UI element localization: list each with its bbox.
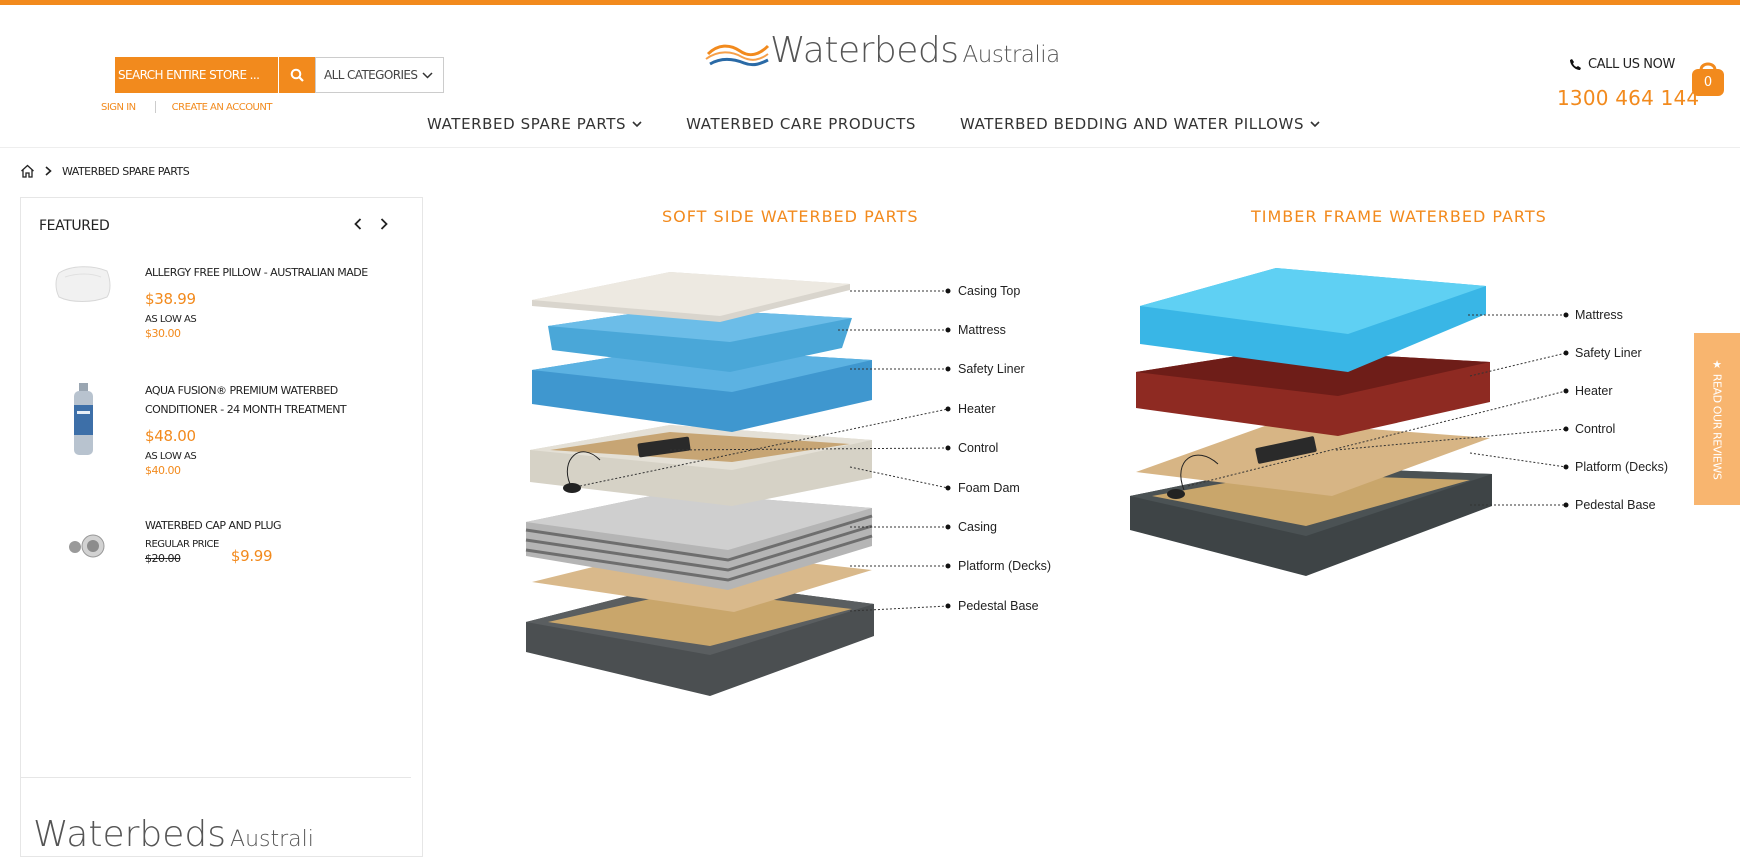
mattress-layer: [1140, 268, 1486, 372]
read-reviews-tab[interactable]: ★ READ OUR REVIEWS: [1694, 333, 1740, 505]
product-info: ALLERGY FREE PILLOW - AUSTRALIAN MADE $3…: [145, 263, 400, 340]
call-label: CALL US NOW: [1588, 57, 1675, 72]
soft-side-title: SOFT SIDE WATERBED PARTS: [662, 207, 919, 226]
label-platform-decks: Platform (Decks): [958, 559, 1051, 573]
phone-icon: [1570, 59, 1581, 70]
product-image-pillow[interactable]: [53, 263, 113, 309]
cap-plug-image: [69, 534, 105, 558]
as-low-as-price: $30.00: [145, 327, 181, 340]
featured-sidebar: FEATURED ALLERGY FREE PILLOW - AUSTRALIA…: [20, 197, 423, 857]
as-low-as-label: AS LOW AS: [145, 451, 197, 462]
header-divider: [0, 147, 1740, 148]
link-divider: [154, 101, 156, 113]
nav-bedding-pillows[interactable]: WATERBED BEDDING AND WATER PILLOWS: [960, 115, 1320, 133]
label-control: Control: [1575, 422, 1615, 436]
nav-spare-parts-label: WATERBED SPARE PARTS: [427, 115, 627, 133]
breadcrumb: WATERBED SPARE PARTS: [20, 164, 190, 178]
price-row: REGULAR PRICE $20.00 $9.99: [145, 539, 400, 565]
timber-frame-diagram: Mattress Safety Liner Heater Control Pla…: [1130, 268, 1668, 576]
chevron-down-icon: [422, 71, 433, 79]
product-image-conditioner[interactable]: [53, 381, 113, 465]
logo-text: Waterbeds Australia: [770, 30, 1060, 71]
carousel-next-button[interactable]: [378, 215, 390, 233]
chevron-left-icon: [354, 218, 362, 230]
label-safety-liner: Safety Liner: [958, 362, 1025, 376]
featured-carousel-nav: [352, 215, 390, 233]
search-input[interactable]: [115, 57, 278, 93]
soft-side-leader-dots: [945, 288, 951, 609]
top-accent-bar: [0, 0, 1740, 5]
nav-care-products-label: WATERBED CARE PRODUCTS: [686, 115, 916, 133]
sign-in-link[interactable]: SIGN IN: [101, 102, 136, 113]
product-name[interactable]: AQUA FUSION® PREMIUM WATERBED CONDITIONE…: [145, 381, 400, 419]
product-price: $9.99: [230, 547, 273, 565]
as-low-as-label: AS LOW AS: [145, 314, 197, 325]
carousel-prev-button[interactable]: [352, 215, 364, 233]
account-links: SIGN IN CREATE AN ACCOUNT: [101, 101, 272, 113]
breadcrumb-current: WATERBED SPARE PARTS: [62, 164, 190, 178]
call-us: CALL US NOW: [1569, 57, 1675, 72]
as-low-as-price: $40.00: [145, 464, 181, 477]
sidebar-logo-sub: Australi: [230, 827, 314, 852]
product-price: $48.00: [145, 427, 196, 445]
sidebar-logo-main: Waterbeds: [33, 814, 227, 855]
category-select[interactable]: ALL CATEGORIES: [315, 57, 444, 93]
timber-frame-title: TIMBER FRAME WATERBED PARTS: [1251, 207, 1547, 226]
cart-button[interactable]: 0: [1690, 56, 1726, 98]
foam-dam-layer: [530, 425, 872, 506]
site-logo[interactable]: Waterbeds Australia: [704, 30, 1060, 71]
chevron-right-icon: [380, 218, 388, 230]
soft-side-diagram: Casing Top Mattress Safety Liner Heater …: [525, 272, 1051, 696]
phone-number[interactable]: 1300 464 144: [1557, 86, 1699, 110]
label-heater: Heater: [958, 402, 996, 416]
sidebar-logo: Waterbeds Australi: [33, 814, 314, 855]
search-icon: [290, 68, 304, 82]
category-select-value: ALL CATEGORIES: [324, 68, 418, 82]
label-heater: Heater: [1575, 384, 1613, 398]
regular-price-label: REGULAR PRICE: [145, 539, 219, 550]
product-name[interactable]: WATERBED CAP AND PLUG: [145, 516, 400, 535]
product-name[interactable]: ALLERGY FREE PILLOW - AUSTRALIAN MADE: [145, 263, 400, 282]
chevron-down-icon: [632, 120, 642, 127]
label-casing: Casing: [958, 520, 997, 534]
bottle-image: [74, 383, 93, 455]
nav-bedding-pillows-label: WATERBED BEDDING AND WATER PILLOWS: [959, 115, 1305, 133]
nav-care-products[interactable]: WATERBED CARE PRODUCTS: [686, 115, 916, 133]
label-control: Control: [958, 441, 998, 455]
wave-logo-icon: [705, 44, 770, 66]
label-pedestal-base: Pedestal Base: [958, 599, 1039, 613]
cart-count: 0: [1703, 75, 1713, 90]
product-info: AQUA FUSION® PREMIUM WATERBED CONDITIONE…: [145, 381, 400, 477]
label-mattress: Mattress: [1575, 308, 1623, 322]
chevron-right-icon: [45, 166, 52, 176]
search-bar: ALL CATEGORIES: [115, 57, 444, 93]
label-platform-decks: Platform (Decks): [1575, 460, 1668, 474]
label-mattress: Mattress: [958, 323, 1006, 337]
logo-main-text: Waterbeds: [770, 30, 959, 71]
sidebar-divider: [21, 777, 411, 778]
featured-title: FEATURED: [39, 218, 110, 234]
label-safety-liner: Safety Liner: [1575, 346, 1642, 360]
product-info: WATERBED CAP AND PLUG REGULAR PRICE $20.…: [145, 516, 400, 565]
casing-top-layer: [532, 272, 850, 322]
create-account-link[interactable]: CREATE AN ACCOUNT: [172, 102, 273, 113]
read-reviews-label: ★ READ OUR REVIEWS: [1710, 358, 1724, 480]
logo-sub-text: Australia: [962, 42, 1061, 68]
pillow-image: [55, 266, 111, 302]
home-icon[interactable]: [20, 164, 35, 178]
product-image-cap-plug[interactable]: [53, 532, 113, 566]
chevron-down-icon: [1310, 120, 1320, 127]
label-pedestal-base: Pedestal Base: [1575, 498, 1656, 512]
timber-frame-leader-dots: [1563, 312, 1569, 508]
label-foam-dam: Foam Dam: [958, 481, 1020, 495]
product-price: $38.99: [145, 290, 196, 308]
old-price: $20.00: [145, 552, 181, 565]
nav-spare-parts[interactable]: WATERBED SPARE PARTS: [427, 115, 642, 133]
search-button[interactable]: [278, 57, 315, 93]
label-casing-top: Casing Top: [958, 284, 1020, 298]
main-navigation: WATERBED SPARE PARTS WATERBED CARE PRODU…: [427, 115, 1320, 133]
